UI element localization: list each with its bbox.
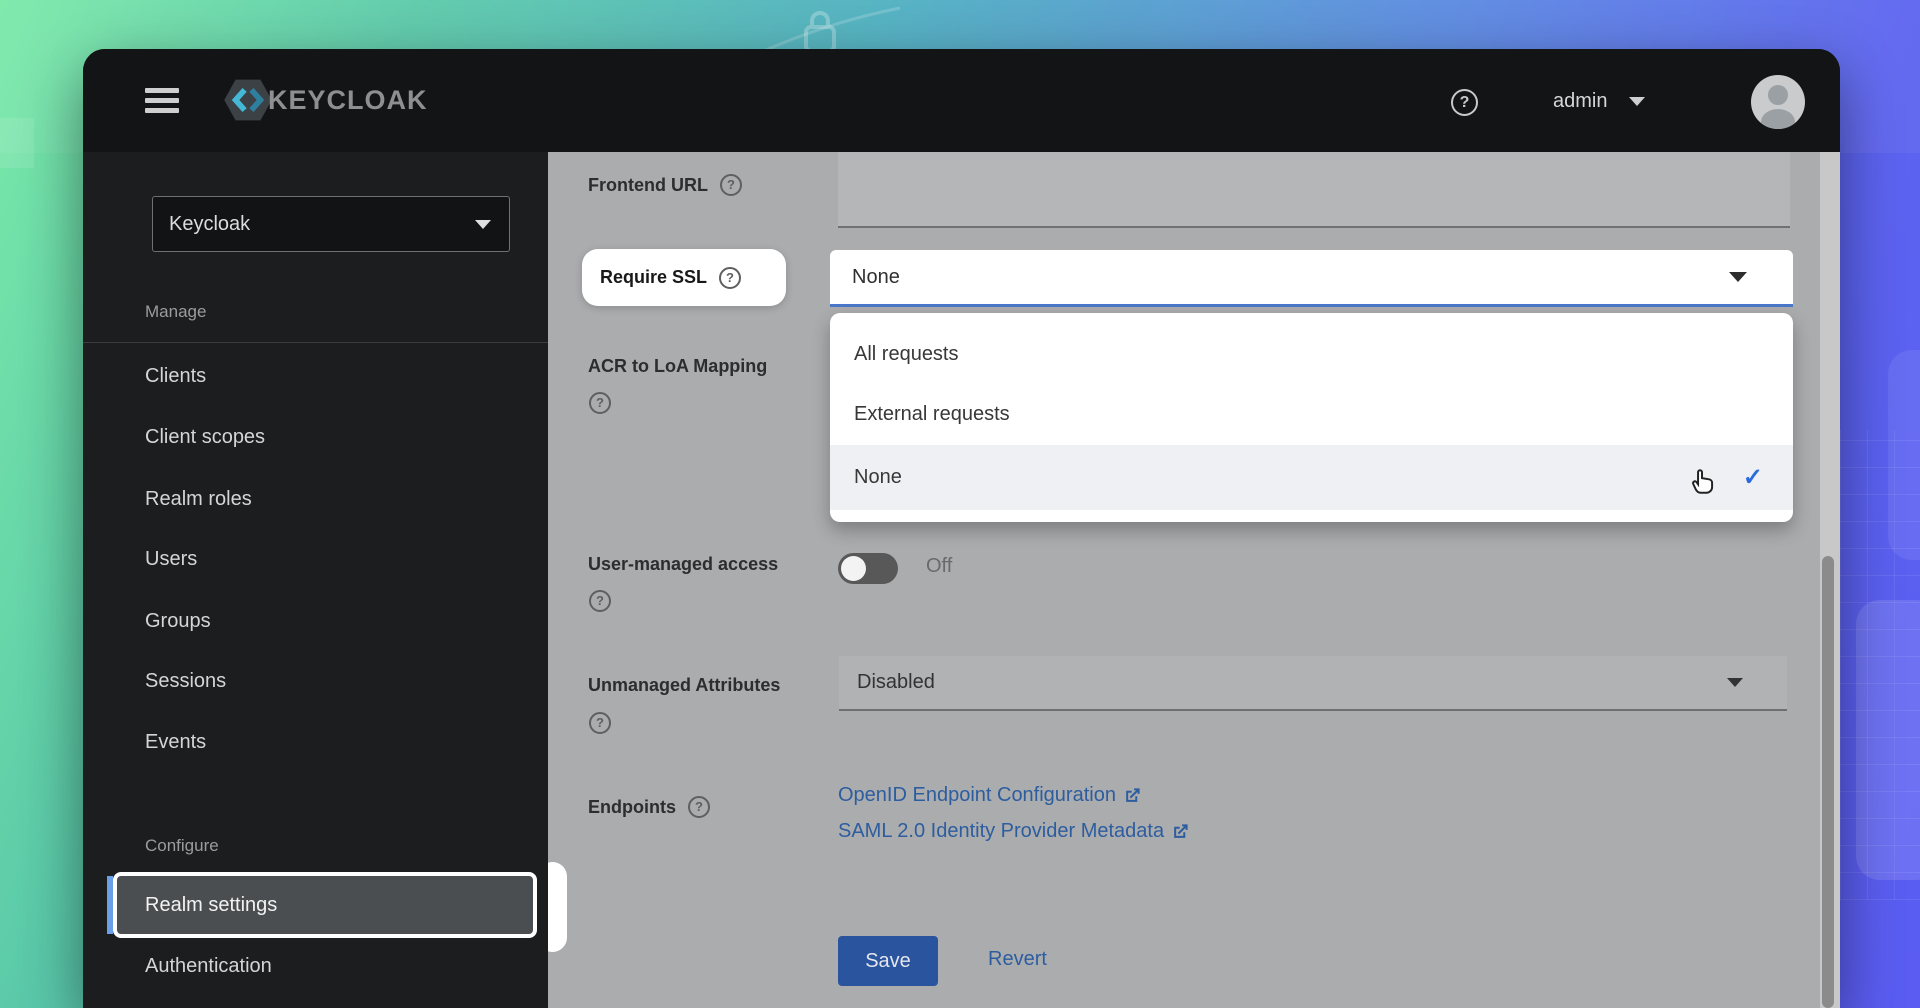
scrollbar-track[interactable] (1820, 152, 1840, 1008)
divider (83, 342, 548, 343)
realm-selector-value: Keycloak (169, 213, 475, 236)
realm-selector[interactable]: Keycloak (152, 196, 510, 252)
external-link-icon (1171, 822, 1190, 841)
background-shape (1888, 350, 1920, 560)
background-shape (1856, 600, 1920, 880)
option-all-requests[interactable]: All requests (830, 329, 1793, 379)
background-square (0, 118, 34, 168)
openid-endpoint-link[interactable]: OpenID Endpoint Configuration (838, 784, 1142, 807)
hand-cursor (1688, 463, 1722, 497)
help-icon[interactable]: ? (1451, 89, 1478, 116)
frontend-url-input[interactable] (838, 152, 1790, 228)
avatar-person-icon (1751, 75, 1805, 129)
help-icon[interactable]: ? (720, 174, 742, 196)
frontend-url-label: Frontend URL ? (588, 174, 742, 196)
padlock-icon (797, 5, 843, 55)
screen: KEYCLOAK ? admin Keycloak Manage (0, 0, 1920, 1008)
keycloak-logo-text: KEYCLOAK (268, 85, 428, 116)
keycloak-logo-icon (222, 74, 274, 126)
unmanaged-attributes-value: Disabled (857, 671, 1727, 694)
user-menu-label: admin (1553, 90, 1607, 113)
chevron-down-icon (1629, 97, 1645, 106)
keycloak-logo: KEYCLOAK (222, 74, 428, 126)
endpoints-label: Endpoints ? (588, 796, 710, 818)
scrollbar-thumb[interactable] (1822, 556, 1834, 1008)
sidebar-item-label: Realm settings (145, 894, 277, 917)
sidebar-item-users[interactable]: Users (145, 548, 197, 571)
require-ssl-dropdown-menu: All requests External requests None ✓ (830, 313, 1793, 522)
external-link-icon (1123, 786, 1142, 805)
sidebar-item-groups[interactable]: Groups (145, 610, 211, 633)
toggle-state-label: Off (926, 555, 952, 578)
require-ssl-select[interactable]: None (830, 250, 1793, 307)
sidebar-item-clients[interactable]: Clients (145, 365, 206, 388)
user-managed-access-label: User-managed access (588, 554, 778, 575)
hamburger-menu-icon[interactable] (145, 88, 179, 114)
toggle-knob (841, 556, 866, 581)
sidebar-item-realm-settings[interactable]: Realm settings (113, 872, 537, 938)
sidebar-item-client-scopes[interactable]: Client scopes (145, 426, 265, 449)
chevron-down-icon (1729, 272, 1747, 282)
sidebar-item-sessions[interactable]: Sessions (145, 670, 226, 693)
sidebar-item-events[interactable]: Events (145, 731, 206, 754)
option-external-requests[interactable]: External requests (830, 389, 1793, 439)
sidebar: Keycloak Manage Clients Client scopes Re… (83, 152, 548, 1008)
saml-metadata-link[interactable]: SAML 2.0 Identity Provider Metadata (838, 820, 1190, 843)
user-managed-access-toggle[interactable] (838, 553, 898, 584)
save-button[interactable]: Save (838, 936, 938, 986)
help-icon[interactable]: ? (688, 796, 710, 818)
unmanaged-attributes-select[interactable]: Disabled (839, 656, 1787, 711)
sidebar-item-realm-roles[interactable]: Realm roles (145, 488, 252, 511)
avatar[interactable] (1751, 75, 1805, 129)
help-icon[interactable]: ? (719, 267, 741, 289)
user-menu[interactable]: admin (1553, 90, 1645, 113)
keycloak-admin-window: KEYCLOAK ? admin Keycloak Manage (83, 49, 1840, 1008)
acr-loa-mapping-label: ACR to LoA Mapping (588, 356, 767, 377)
revert-button[interactable]: Revert (988, 948, 1047, 971)
checkmark-icon: ✓ (1743, 463, 1763, 492)
help-icon[interactable]: ? (589, 712, 611, 734)
sidebar-item-authentication[interactable]: Authentication (145, 955, 272, 978)
realm-settings-form: Frontend URL ? Require SSL ? None All re… (548, 152, 1840, 1008)
unmanaged-attributes-label: Unmanaged Attributes (588, 675, 780, 696)
option-none-selected[interactable]: None ✓ (830, 445, 1793, 510)
app-header: KEYCLOAK ? admin (83, 49, 1840, 152)
help-icon[interactable]: ? (589, 392, 611, 414)
sidebar-section-manage: Manage (145, 302, 206, 322)
require-ssl-value: None (852, 266, 1729, 289)
require-ssl-label-highlight: Require SSL ? (582, 249, 786, 306)
help-icon[interactable]: ? (589, 590, 611, 612)
sidebar-section-configure: Configure (145, 836, 219, 856)
chevron-down-icon (1727, 678, 1743, 687)
chevron-down-icon (475, 220, 491, 229)
